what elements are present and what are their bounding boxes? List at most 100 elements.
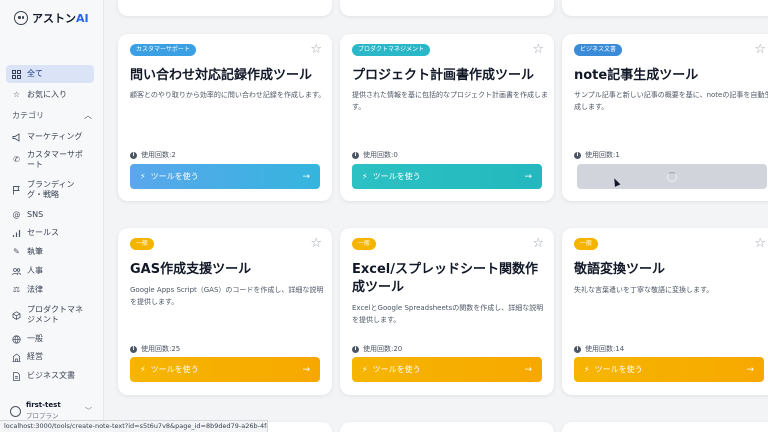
- tool-description: 提供された情報を基に包括的なプロジェクト計画書を作成します。: [352, 91, 548, 111]
- card-partial: [340, 0, 554, 16]
- tool-description: ExcelとGoogle Spreadsheetsの関数を作成し、詳細な説明を提…: [352, 304, 544, 324]
- tool-card: カスタマーサポート ☆ 問い合わせ対応記録作成ツール 顧客とのやり取りから効率的…: [118, 34, 332, 201]
- tool-description: 顧客とのやり取りから効率的に問い合わせ記録を作成します。: [130, 91, 326, 99]
- arrow-right-icon: →: [302, 171, 310, 182]
- sidebar-item-sales[interactable]: セールス: [6, 228, 94, 238]
- favorite-star-icon[interactable]: ☆: [754, 43, 766, 56]
- tool-title: Excel/スプレッドシート関数作成ツール: [352, 262, 538, 295]
- sidebar-item-label: マーケティング: [27, 132, 83, 141]
- arrow-right-icon: →: [746, 364, 754, 375]
- info-icon: i: [574, 151, 581, 159]
- category-badge: カスタマーサポート: [130, 44, 196, 56]
- tool-description: Google Apps Script（GAS）のコードを作成し、詳細な説明を提供…: [130, 286, 324, 306]
- favorite-star-icon[interactable]: ☆: [310, 237, 322, 250]
- category-badge: 一般: [574, 238, 599, 250]
- usage-count: i 使用回数:0: [352, 150, 398, 160]
- user-plan: プロプラン: [26, 411, 59, 420]
- use-tool-button[interactable]: ⚡ ツールを使う →: [130, 357, 320, 382]
- favorite-star-icon[interactable]: ☆: [532, 237, 544, 250]
- logo-text-main: アストン: [32, 12, 76, 25]
- sidebar-item-all[interactable]: 全て: [6, 65, 94, 83]
- app-logo[interactable]: アストンAI: [14, 10, 89, 26]
- sidebar-item-hr[interactable]: 人事: [6, 266, 94, 276]
- tool-description: サンプル記事と新しい記事の概要を基に、noteの記事を自動生成します。: [574, 91, 768, 111]
- info-icon: i: [352, 151, 359, 159]
- avatar-icon: [10, 405, 21, 417]
- arrow-right-icon: →: [302, 364, 310, 375]
- sidebar-item-label: セールス: [27, 228, 59, 237]
- building-icon: [12, 352, 21, 362]
- favorite-star-icon[interactable]: ☆: [532, 43, 544, 56]
- sidebar-item-label: 法律: [27, 285, 43, 294]
- sidebar-item-label: 人事: [27, 266, 43, 275]
- sidebar-item-label: お気に入り: [27, 90, 67, 99]
- browser-status-url: localhost:3000/tools/create-note-text?id…: [0, 420, 268, 432]
- card-partial: [562, 0, 768, 16]
- cube-icon: [12, 310, 21, 320]
- sidebar-item-marketing[interactable]: マーケティング: [6, 132, 94, 142]
- sidebar-item-branding[interactable]: ブランディング・戦略: [6, 180, 94, 200]
- sidebar-item-business-docs[interactable]: ビジネス文書: [6, 371, 94, 381]
- tool-title: 敬語変換ツール: [574, 262, 666, 277]
- sidebar-item-label: プロダクトマネジメント: [27, 305, 83, 324]
- tool-title: GAS作成支援ツール: [130, 262, 252, 277]
- logo-text-ai: AI: [76, 12, 89, 25]
- info-icon: i: [130, 345, 137, 353]
- usage-count: i 使用回数:2: [130, 150, 176, 160]
- sidebar: アストンAI 全て ☆ お気に入り カテゴリ ︿ マーケティング ✆ カスタマー…: [0, 0, 104, 432]
- sidebar-item-favorites[interactable]: ☆ お気に入り: [6, 90, 94, 100]
- sidebar-item-label: 経営: [27, 352, 43, 361]
- sidebar-item-label: 一般: [27, 334, 43, 343]
- tool-card: 一般 ☆ Excel/スプレッドシート関数作成ツール ExcelとGoogle …: [340, 228, 554, 395]
- use-tool-button[interactable]: ⚡ ツールを使う →: [352, 164, 542, 189]
- sidebar-item-law[interactable]: ⚖ 法律: [6, 285, 94, 295]
- bolt-icon: ⚡: [362, 172, 368, 181]
- use-tool-button[interactable]: ⚡ ツールを使う →: [574, 357, 764, 382]
- category-heading[interactable]: カテゴリ ︿: [12, 110, 92, 121]
- phone-icon: ✆: [13, 155, 20, 164]
- category-badge: プロダクトマネジメント: [352, 44, 431, 56]
- grid-icon: [12, 69, 21, 79]
- chevron-down-icon: ﹀: [85, 407, 92, 415]
- category-badge: 一般: [130, 238, 155, 250]
- at-sign-icon: @: [12, 210, 21, 219]
- favorite-star-icon[interactable]: ☆: [754, 237, 766, 250]
- tool-card: 一般 ☆ 敬語変換ツール 失礼な言葉遣いを丁寧な敬語に変換します。 i 使用回数…: [562, 228, 768, 395]
- robot-logo-icon: [14, 11, 28, 25]
- bolt-icon: ⚡: [140, 365, 146, 374]
- bolt-icon: ⚡: [362, 365, 368, 374]
- user-menu[interactable]: first-test プロプラン ﹀: [6, 400, 98, 422]
- users-icon: [12, 267, 21, 276]
- star-icon: ☆: [12, 90, 21, 99]
- sidebar-item-label: カスタマーサポート: [27, 150, 83, 169]
- megaphone-icon: [12, 132, 21, 142]
- use-tool-button[interactable]: ⚡ ツールを使う →: [130, 164, 320, 189]
- user-name: first-test: [26, 401, 61, 410]
- info-icon: i: [130, 151, 137, 159]
- tool-description: 失礼な言葉遣いを丁寧な敬語に変換します。: [574, 286, 714, 294]
- sidebar-item-writing[interactable]: ✎ 執筆: [6, 247, 94, 257]
- tool-title: プロジェクト計画書作成ツール: [352, 68, 535, 83]
- favorite-star-icon[interactable]: ☆: [310, 43, 322, 56]
- document-icon: [12, 371, 21, 381]
- sidebar-item-label: 全て: [27, 69, 43, 78]
- globe-icon: [12, 334, 21, 344]
- loading-spinner-icon: [667, 171, 677, 182]
- bar-chart-icon: [12, 229, 21, 238]
- scale-icon: ⚖: [12, 285, 21, 294]
- bolt-icon: ⚡: [140, 172, 146, 181]
- sidebar-item-customer-support[interactable]: ✆ カスタマーサポート: [6, 150, 94, 170]
- tool-title: 問い合わせ対応記録作成ツール: [130, 68, 313, 83]
- card-partial: [340, 422, 554, 432]
- card-partial: [118, 0, 332, 16]
- usage-count: i 使用回数:25: [130, 344, 180, 354]
- use-tool-button[interactable]: ⚡ ツールを使う →: [352, 357, 542, 382]
- sidebar-item-management[interactable]: 経営: [6, 352, 94, 362]
- sidebar-item-sns[interactable]: @ SNS: [6, 210, 94, 220]
- use-tool-button-loading[interactable]: [577, 164, 767, 189]
- sidebar-item-product-management[interactable]: プロダクトマネジメント: [6, 305, 94, 325]
- sidebar-item-label: 執筆: [27, 247, 43, 256]
- sidebar-item-general[interactable]: 一般: [6, 334, 94, 344]
- chevron-up-icon: ︿: [84, 111, 92, 120]
- card-partial: [562, 422, 768, 432]
